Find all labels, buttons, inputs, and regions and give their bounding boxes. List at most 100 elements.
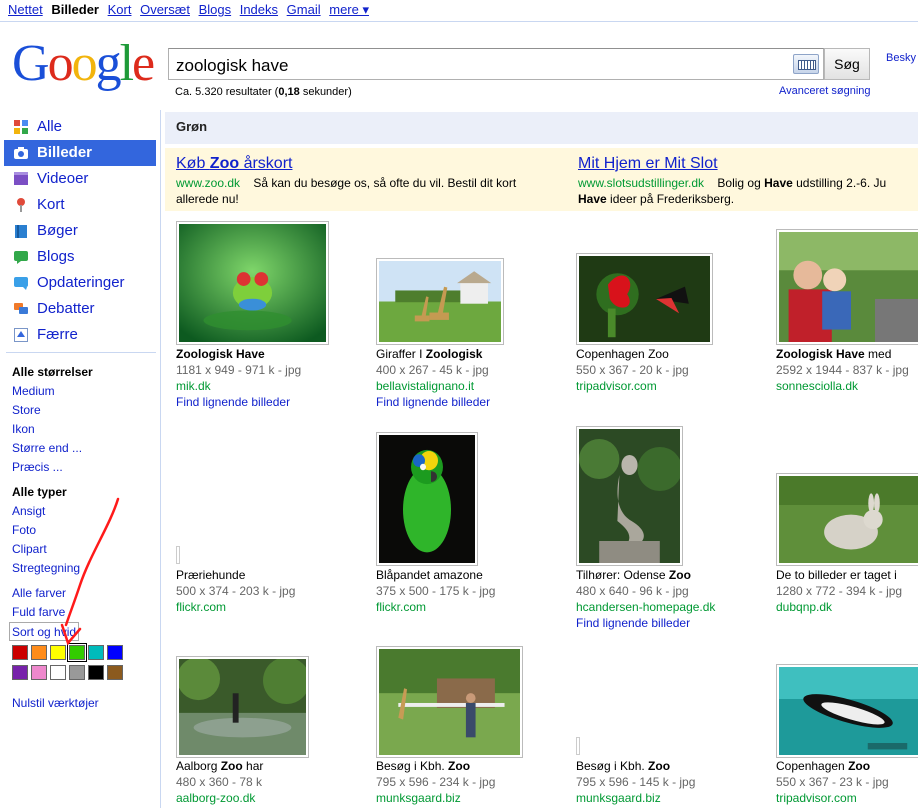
image-title[interactable]: Zoologisk Have <box>176 346 376 362</box>
ad-2-url: www.slotsudstillinger.dk <box>578 176 705 190</box>
besky-link[interactable]: Besky <box>886 52 916 64</box>
color-swatch[interactable] <box>88 645 104 660</box>
topnav-link-indeks[interactable]: Indeks <box>240 0 278 20</box>
image-meta: 480 x 640 - 96 k - jpg <box>576 584 689 598</box>
sidebar-item-debatter[interactable]: Debatter <box>4 296 156 322</box>
image-meta: 500 x 374 - 203 k - jpg <box>176 584 296 598</box>
image-title-text: Præriehunde <box>176 568 246 582</box>
sidebar-item-videoer[interactable]: Videoer <box>4 166 156 192</box>
topnav-link-mere[interactable]: mere ▾ <box>329 0 369 20</box>
size-filter-medium[interactable]: Medium <box>12 382 158 401</box>
video-icon <box>14 172 28 185</box>
google-logo[interactable]: Google <box>12 36 155 92</box>
color-swatch[interactable] <box>88 665 104 680</box>
image-title[interactable]: Besøg i Kbh. Zoo <box>576 758 776 774</box>
red-arrow-annotation <box>60 497 120 645</box>
image-thumbnail[interactable] <box>376 258 504 345</box>
ad-2-title[interactable]: Mit Hjem er Mit Slot <box>578 153 918 175</box>
image-meta: 795 x 596 - 145 k - jpg <box>576 775 696 789</box>
image-title[interactable]: Giraffer I Zoologisk <box>376 346 576 362</box>
color-swatch[interactable] <box>67 643 87 662</box>
color-swatch[interactable] <box>50 645 66 660</box>
image-thumbnail[interactable] <box>776 229 918 345</box>
image-thumbnail[interactable] <box>176 656 310 758</box>
color-swatch[interactable] <box>12 645 28 660</box>
image-thumbnail[interactable] <box>576 426 683 566</box>
topnav-link-nettet[interactable]: Nettet <box>8 0 43 20</box>
image-thumbnail[interactable] <box>376 432 478 566</box>
ad-title-part: Køb <box>176 155 210 172</box>
topnav-link-gmail[interactable]: Gmail <box>287 0 321 20</box>
image-thumbnail[interactable] <box>776 473 918 566</box>
color-swatch[interactable] <box>69 665 85 680</box>
image-thumbnail[interactable] <box>376 646 523 758</box>
image-title-text: har <box>242 759 264 773</box>
keyboard-icon[interactable] <box>793 54 819 74</box>
size-filter-header[interactable]: Alle størrelser <box>12 363 158 382</box>
color-swatch[interactable] <box>31 665 47 680</box>
image-title[interactable]: Præriehunde <box>176 567 376 583</box>
image-source: munksgaard.biz <box>376 791 461 805</box>
ad-2-desc: udstilling 2.-6. Ju <box>792 176 887 190</box>
ad-1-title[interactable]: Køb Zoo årskort <box>176 153 566 175</box>
image-title-bold: Zoologisk Have <box>776 347 865 361</box>
reset-tools-link[interactable]: Nulstil værktøjer <box>12 696 99 710</box>
search-input[interactable]: zoologisk have <box>168 48 824 80</box>
image-meta: 550 x 367 - 20 k - jpg <box>576 363 689 377</box>
ad-2-desc: Bolig og <box>717 176 765 190</box>
image-source: sonnesciolla.dk <box>776 379 859 393</box>
color-swatch[interactable] <box>107 645 123 660</box>
image-title-text: Aalborg <box>176 759 221 773</box>
image-thumbnail[interactable] <box>176 221 329 345</box>
content-divider <box>160 110 161 808</box>
sidebar-item-label: Blogs <box>37 248 75 265</box>
find-similar-link[interactable]: Find lignende billeder <box>376 394 576 410</box>
ad-1: Køb Zoo årskort www.zoo.dk Så kan du bes… <box>176 153 566 207</box>
color-swatch[interactable] <box>107 665 123 680</box>
image-title[interactable]: Blåpandet amazone <box>376 567 576 583</box>
sidebar-item-billeder[interactable]: Billeder <box>4 140 156 166</box>
image-title[interactable]: Tilhører: Odense Zoo <box>576 567 776 583</box>
image-source: flickr.com <box>376 600 427 614</box>
advanced-search-link[interactable]: Avanceret søgning <box>779 85 871 97</box>
search-button[interactable]: Søg <box>824 48 870 80</box>
sidebar-item-kort[interactable]: Kort <box>4 192 156 218</box>
color-subheading: Grøn <box>165 112 918 144</box>
sidebar-item-blogs[interactable]: Blogs <box>4 244 156 270</box>
sidebar-item-label: Videoer <box>37 170 89 187</box>
image-thumbnail[interactable] <box>576 253 713 345</box>
size-filter-exact[interactable]: Præcis ... <box>12 458 158 477</box>
image-thumbnail[interactable] <box>776 664 918 758</box>
image-title[interactable]: Aalborg Zoo har <box>176 758 376 774</box>
find-similar-link[interactable]: Find lignende billeder <box>176 394 376 410</box>
sidebar-item-alle[interactable]: Alle <box>4 114 156 140</box>
image-title[interactable]: Zoologisk Have med <box>776 346 918 362</box>
sidebar-item-boger[interactable]: Bøger <box>4 218 156 244</box>
image-title-text: De to billeder er taget i <box>776 568 897 582</box>
image-title[interactable]: Copenhagen Zoo <box>576 346 776 362</box>
find-similar-link[interactable]: Find lignende billeder <box>576 615 776 631</box>
size-filter-larger-than[interactable]: Større end ... <box>12 439 158 458</box>
size-filter-store[interactable]: Store <box>12 401 158 420</box>
image-caption: Zoologisk Have 1181 x 949 - 971 k - jpg mi… <box>176 346 376 410</box>
topnav-link-oversaet[interactable]: Oversæt <box>140 0 190 20</box>
search-query[interactable]: zoologisk have <box>176 56 288 76</box>
image-title[interactable]: Besøg i Kbh. Zoo <box>376 758 576 774</box>
image-placeholder[interactable] <box>576 737 580 755</box>
image-title[interactable]: De to billeder er taget i <box>776 567 918 583</box>
image-title-bold: Zoo <box>448 759 471 773</box>
sidebar-item-opdateringer[interactable]: Opdateringer <box>4 270 156 296</box>
topnav-link-kort[interactable]: Kort <box>108 0 132 20</box>
image-title-text: Besøg i Kbh. <box>576 759 649 773</box>
topnav-link-blogs[interactable]: Blogs <box>199 0 232 20</box>
color-swatch[interactable] <box>31 645 47 660</box>
ad-title-part: årskort <box>239 155 293 172</box>
color-swatch[interactable] <box>50 665 66 680</box>
image-title[interactable]: Copenhagen Zoo <box>776 758 918 774</box>
sidebar-item-faerre[interactable]: Færre <box>4 322 156 348</box>
sidebar-item-label: Færre <box>37 326 78 343</box>
image-title-bold: Zoologisk Have <box>176 347 265 361</box>
size-filter-ikon[interactable]: Ikon <box>12 420 158 439</box>
color-swatch[interactable] <box>12 665 28 680</box>
image-placeholder[interactable] <box>176 546 180 564</box>
